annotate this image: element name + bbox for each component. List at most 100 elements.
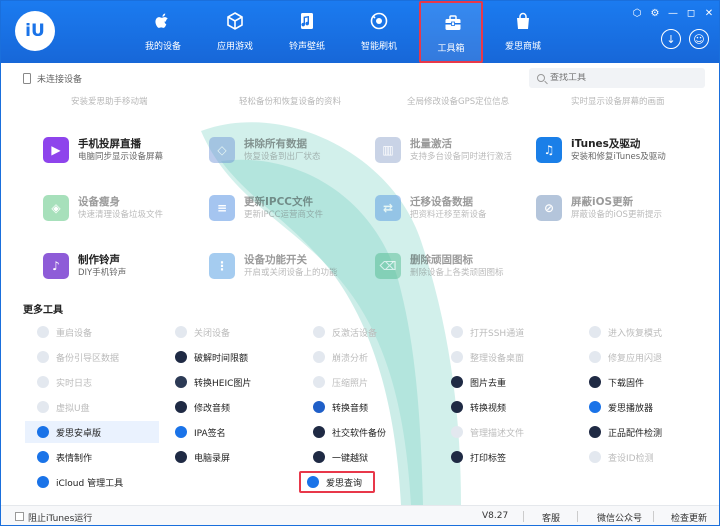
- search-input[interactable]: [550, 73, 690, 83]
- skin-icon[interactable]: ⬡: [631, 7, 643, 19]
- tool-icon: ≡: [209, 195, 235, 221]
- tool-card[interactable]: ⋮ 设备功能开关 开启或关闭设备上的功能: [209, 253, 374, 293]
- tool-icon: ◈: [43, 195, 69, 221]
- apple-icon: [154, 12, 172, 30]
- nav-item-3[interactable]: 铃声壁纸: [275, 1, 339, 63]
- more-tool-item[interactable]: 爱思查询: [299, 471, 375, 493]
- more-tool-label: 管理描述文件: [470, 428, 525, 439]
- tool-desc: 删除设备上各类顽固图标: [410, 268, 504, 278]
- more-tool-item[interactable]: 社交软件备份: [301, 421, 435, 443]
- tool-text: iTunes及驱动 安装和修复iTunes及驱动: [571, 137, 666, 164]
- more-tool-item[interactable]: 整理设备桌面: [439, 346, 573, 368]
- more-tool-item[interactable]: 打开SSH通道: [439, 321, 573, 343]
- more-tool-item[interactable]: 备份引导区数据: [25, 346, 159, 368]
- tool-card[interactable]: ▥ 批量激活 支持多台设备同时进行激活: [375, 137, 540, 177]
- search-box[interactable]: [529, 68, 705, 88]
- tool-card[interactable]: ♫ iTunes及驱动 安装和修复iTunes及驱动: [536, 137, 701, 177]
- more-tool-item[interactable]: 实时日志: [25, 371, 159, 393]
- tool-card[interactable]: ♪ 制作铃声 DIY手机铃声: [43, 253, 208, 293]
- nav-item-2[interactable]: 应用游戏: [203, 1, 267, 63]
- settings-icon[interactable]: ⚙: [649, 7, 661, 19]
- tool-desc: 开启或关闭设备上的功能: [244, 268, 338, 278]
- tool-card[interactable]: ⇄ 迁移设备数据 把资料迁移至新设备: [375, 195, 540, 235]
- tool-name: 抹除所有数据: [244, 138, 307, 150]
- nav-item-5[interactable]: 工具箱: [419, 1, 483, 63]
- feedback-link[interactable]: 客服: [542, 511, 560, 524]
- more-tool-item[interactable]: iCloud 管理工具: [25, 471, 159, 493]
- more-tool-item[interactable]: IPA签名: [163, 421, 297, 443]
- tool-card[interactable]: ⊘ 屏蔽iOS更新 屏蔽设备的iOS更新提示: [536, 195, 701, 235]
- more-tool-item[interactable]: 反激活设备: [301, 321, 435, 343]
- tool-card[interactable]: ◈ 设备瘦身 快速清理设备垃圾文件: [43, 195, 208, 235]
- more-tool-item[interactable]: 转换HEIC图片: [163, 371, 297, 393]
- nav-item-1[interactable]: 我的设备: [131, 1, 195, 63]
- tool-desc: 屏蔽设备的iOS更新提示: [571, 210, 662, 220]
- tool-icon: ⋮: [209, 253, 235, 279]
- user-icon[interactable]: ☺: [689, 29, 709, 49]
- minimize-icon[interactable]: —: [667, 7, 679, 19]
- tool-card[interactable]: ◇ 抹除所有数据 恢复设备到出厂状态: [209, 137, 374, 177]
- more-tool-label: 修改音频: [194, 403, 231, 414]
- tool-text: 手机投屏直播 电脑同步显示设备屏幕: [78, 137, 163, 164]
- more-tool-item[interactable]: 图片去重: [439, 371, 573, 393]
- stop-itunes-checkbox[interactable]: [15, 512, 24, 521]
- stop-itunes-label[interactable]: 阻止iTunes运行: [28, 511, 92, 524]
- more-tool-item[interactable]: 重启设备: [25, 321, 159, 343]
- tool-card[interactable]: ⌫ 删除顽固图标 删除设备上各类顽固图标: [375, 253, 540, 293]
- more-tool-label: 重启设备: [56, 328, 93, 339]
- check-update-link[interactable]: 检查更新: [671, 511, 707, 524]
- more-tool-icon: [589, 401, 601, 413]
- tool-icon: ▥: [375, 137, 401, 163]
- more-tool-item[interactable]: 虚拟U盘: [25, 396, 159, 418]
- more-tool-icon: [37, 326, 49, 338]
- more-tool-item[interactable]: 转换音频: [301, 396, 435, 418]
- wechat-link[interactable]: 微信公众号: [597, 511, 642, 524]
- more-tool-label: 打开SSH通道: [470, 328, 525, 339]
- nav-label: 铃声壁纸: [288, 42, 325, 52]
- nav-item-4[interactable]: 智能刷机: [347, 1, 411, 63]
- tool-desc: DIY手机铃声: [78, 268, 127, 278]
- more-tool-item[interactable]: 爱思播放器: [577, 396, 711, 418]
- tool-desc: 快速清理设备垃圾文件: [78, 210, 164, 220]
- more-tool-label: 爱思查询: [326, 478, 363, 489]
- more-tool-icon: [451, 351, 463, 363]
- nav-item-6[interactable]: 爱思商城: [491, 1, 555, 63]
- more-tool-icon: [313, 426, 325, 438]
- more-tool-label: 崩溃分析: [332, 353, 369, 364]
- tool-desc: 把资料迁移至新设备: [410, 210, 487, 220]
- close-icon[interactable]: ✕: [703, 7, 715, 19]
- partial-tool-desc: 实时显示设备屏幕的画面: [571, 97, 665, 107]
- more-tool-icon: [589, 451, 601, 463]
- more-tool-item[interactable]: 一键越狱: [301, 446, 435, 468]
- tool-card[interactable]: ▶ 手机投屏直播 电脑同步显示设备屏幕: [43, 137, 208, 177]
- more-tool-icon: [175, 401, 187, 413]
- more-tool-icon: [451, 376, 463, 388]
- device-bar: 未连接设备: [1, 63, 719, 91]
- more-tool-item[interactable]: 下载固件: [577, 371, 711, 393]
- more-tool-item[interactable]: 转换视频: [439, 396, 573, 418]
- maximize-icon[interactable]: ◻: [685, 7, 697, 19]
- more-tool-item[interactable]: 关闭设备: [163, 321, 297, 343]
- more-tool-item[interactable]: 打印标签: [439, 446, 573, 468]
- tool-text: 屏蔽iOS更新 屏蔽设备的iOS更新提示: [571, 195, 662, 222]
- more-tool-item[interactable]: 电脑录屏: [163, 446, 297, 468]
- search-icon: [537, 74, 545, 82]
- more-tool-item[interactable]: 修复应用闪退: [577, 346, 711, 368]
- more-tool-item[interactable]: 破解时间限额: [163, 346, 297, 368]
- more-tool-item[interactable]: 正品配件检测: [577, 421, 711, 443]
- more-tool-item[interactable]: 爱思安卓版: [25, 421, 159, 443]
- more-tool-item[interactable]: 查设ID检测: [577, 446, 711, 468]
- more-tool-icon: [307, 476, 319, 488]
- more-tool-item[interactable]: 管理描述文件: [439, 421, 573, 443]
- more-tool-label: 实时日志: [56, 378, 93, 389]
- more-tool-item[interactable]: 压缩照片: [301, 371, 435, 393]
- more-tool-item[interactable]: 表情制作: [25, 446, 159, 468]
- tool-text: 抹除所有数据 恢复设备到出厂状态: [244, 137, 321, 164]
- more-tool-item[interactable]: 修改音频: [163, 396, 297, 418]
- more-tool-item[interactable]: 进入恢复模式: [577, 321, 711, 343]
- divider: [577, 511, 578, 522]
- tool-card[interactable]: ≡ 更新IPCC文件 更新IPCC运营商文件: [209, 195, 374, 235]
- download-icon[interactable]: ↓: [661, 29, 681, 49]
- more-tool-item[interactable]: 崩溃分析: [301, 346, 435, 368]
- more-tool-icon: [451, 451, 463, 463]
